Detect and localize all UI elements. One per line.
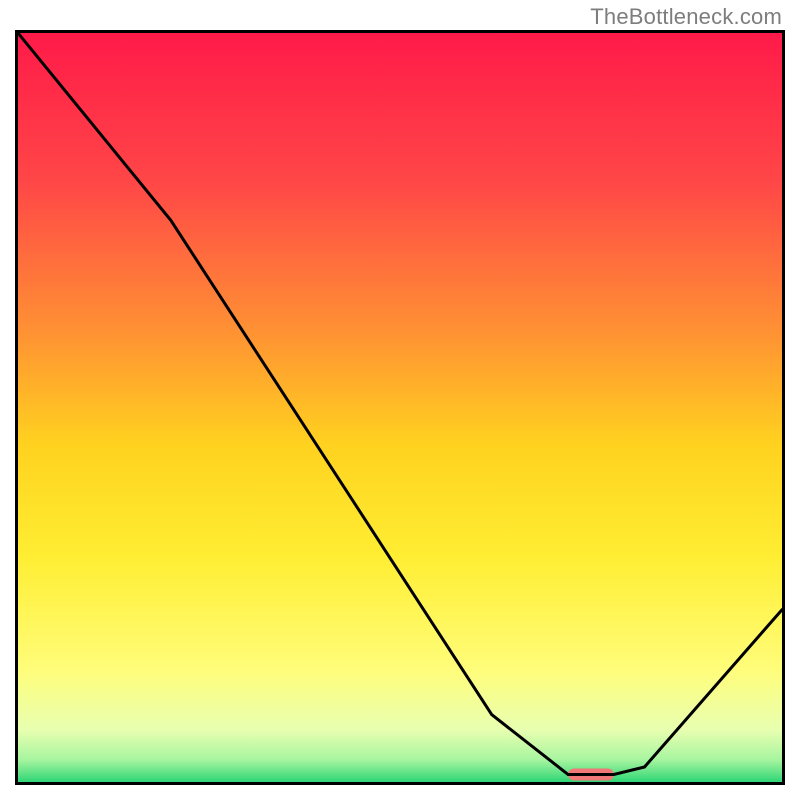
bottleneck-chart xyxy=(18,33,782,782)
chart-background xyxy=(18,33,782,782)
watermark-text: TheBottleneck.com xyxy=(590,4,782,30)
chart-frame xyxy=(15,30,785,785)
